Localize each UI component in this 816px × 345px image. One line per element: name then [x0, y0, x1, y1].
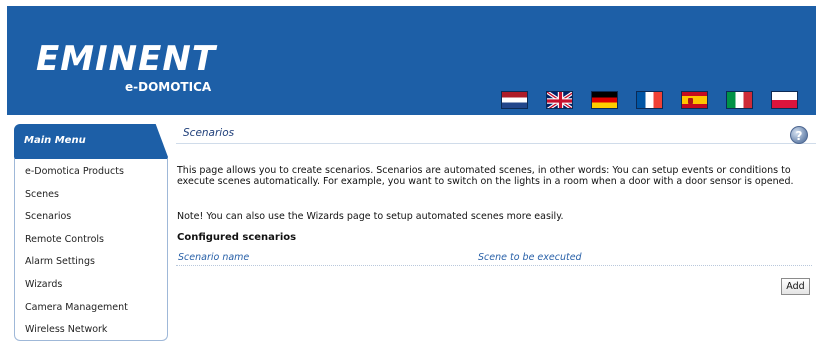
flag-es-icon[interactable] [681, 91, 708, 109]
menu-item-wizards[interactable]: Wizards [15, 272, 167, 295]
main-menu-title: Main Menu [14, 124, 168, 157]
page-title: Scenarios [183, 127, 235, 139]
flag-pl-icon[interactable] [771, 91, 798, 109]
flag-nl-icon[interactable] [501, 91, 528, 109]
menu-item-remote-controls[interactable]: Remote Controls [15, 227, 167, 250]
main-menu: e-Domotica Products Scenes Scenarios Rem… [14, 157, 168, 341]
column-scenario-name: Scenario name [178, 252, 250, 263]
menu-item-alarm-settings[interactable]: Alarm Settings [15, 249, 167, 272]
menu-item-scenarios[interactable]: Scenarios [15, 204, 167, 227]
header-banner: EMINENT e-DOMOTICA [7, 6, 816, 115]
logo-subtitle: e-DOMOTICA [121, 80, 216, 94]
eminent-logo[interactable]: EMINENT e-DOMOTICA [29, 38, 229, 94]
page-description: This page allows you to create scenarios… [177, 165, 794, 187]
logo-brand-name: EMINENT [29, 38, 223, 80]
language-selector [501, 91, 798, 109]
menu-item-camera-management[interactable]: Camera Management [15, 295, 167, 318]
flag-it-icon[interactable] [726, 91, 753, 109]
flag-uk-icon[interactable] [546, 91, 573, 109]
add-scenario-button[interactable]: Add [781, 278, 810, 295]
help-icon[interactable]: ? [790, 126, 808, 144]
menu-item-products[interactable]: e-Domotica Products [15, 159, 167, 182]
scenarios-table-header: Scenario name Scene to be executed [176, 252, 812, 266]
column-scene-to-execute: Scene to be executed [478, 252, 582, 263]
menu-item-wireless-network[interactable]: Wireless Network [15, 317, 167, 340]
page-header: Scenarios ? [176, 125, 816, 144]
configured-scenarios-heading: Configured scenarios [177, 232, 297, 243]
flag-fr-icon[interactable] [636, 91, 663, 109]
wizard-note: Note! You can also use the Wizards page … [177, 211, 564, 222]
menu-item-scenes[interactable]: Scenes [15, 182, 167, 205]
flag-de-icon[interactable] [591, 91, 618, 109]
